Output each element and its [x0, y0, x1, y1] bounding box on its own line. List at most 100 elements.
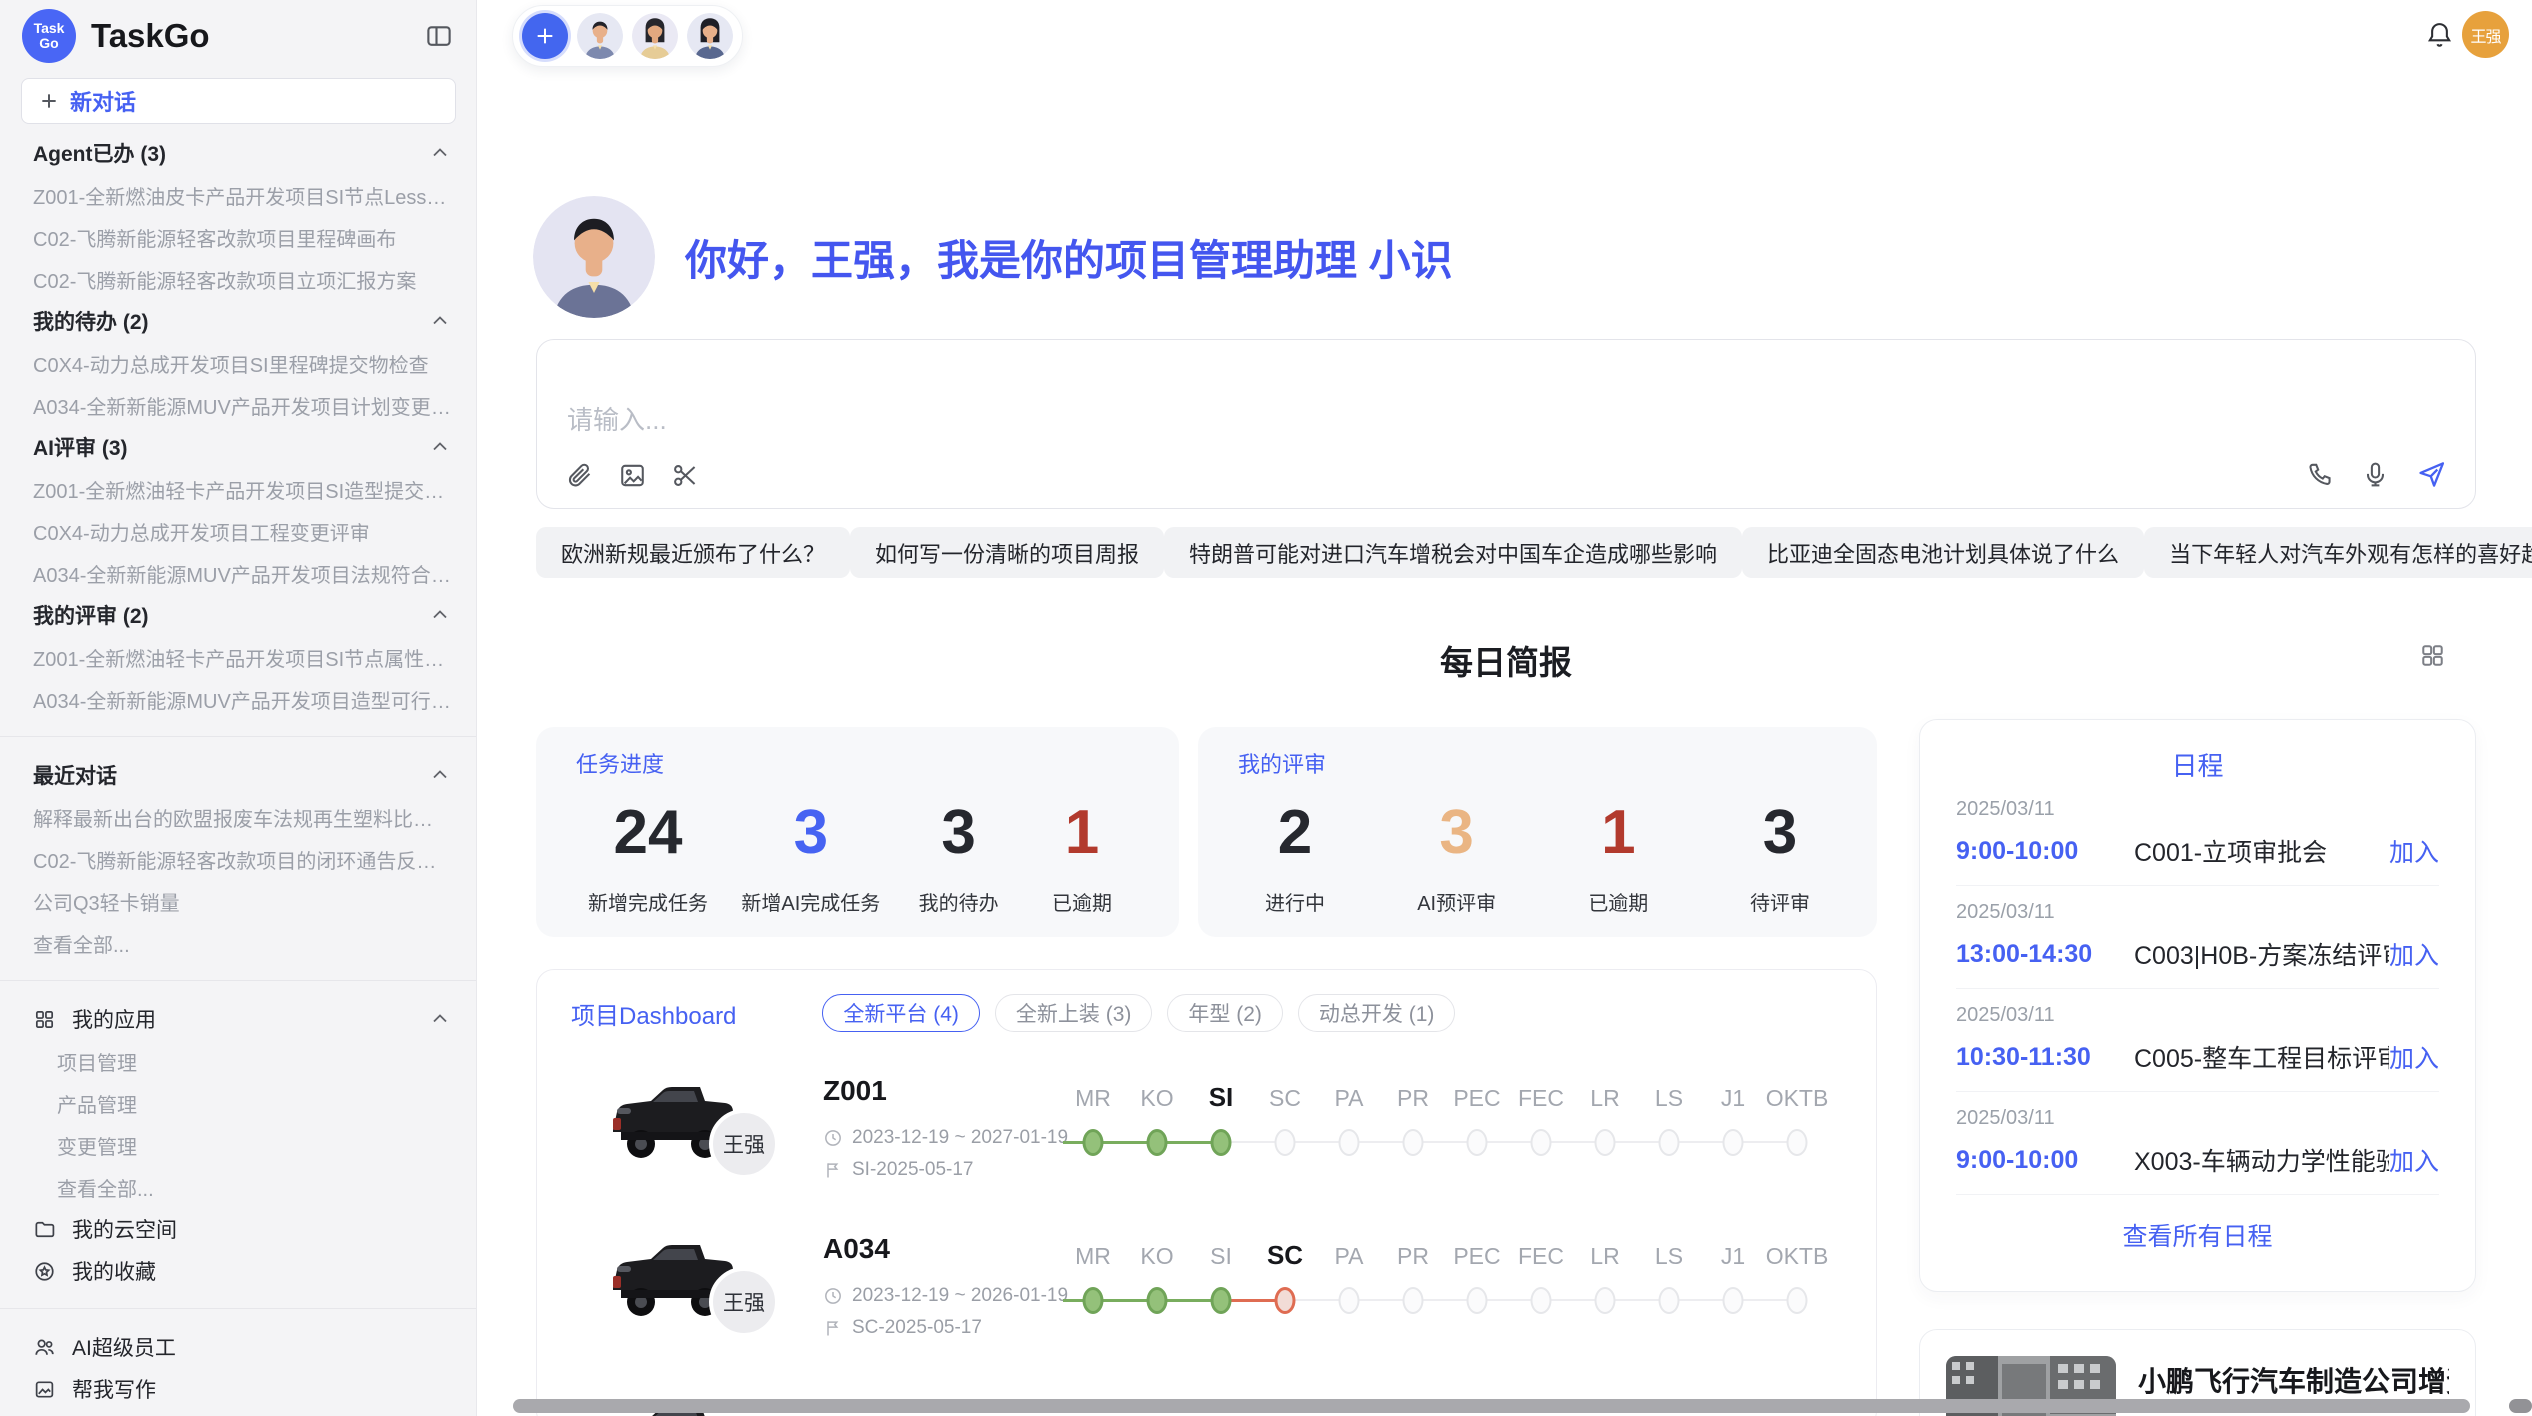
mic-icon[interactable] [2361, 460, 2390, 489]
sidebar-item[interactable]: C0X4-动力总成开发项目工程变更评审 [0, 510, 476, 552]
paperclip-icon[interactable] [565, 461, 594, 490]
milestone-dot[interactable] [1275, 1129, 1296, 1156]
chevron-up-icon[interactable] [428, 141, 452, 165]
milestone-dot[interactable] [1531, 1287, 1552, 1314]
sidebar-item[interactable]: A034-全新新能源MUV产品开发项目造型可行性评审 [0, 678, 476, 720]
recent-view-all-link[interactable]: 查看全部... [0, 922, 476, 964]
sidebar-section-header-1[interactable]: 我的待办 (2) [0, 300, 476, 342]
member-avatar-1[interactable] [577, 13, 623, 59]
member-avatar-3[interactable] [687, 13, 733, 59]
layout-grid-icon[interactable] [2419, 642, 2446, 669]
sidebar-item[interactable]: A034-全新新能源MUV产品开发项目法规符合性评审 [0, 552, 476, 594]
recent-chat-item[interactable]: C02-飞腾新能源轻客改款项目的闭环通告反馈情况 [0, 838, 476, 880]
dashboard-filter-pill[interactable]: 全新上装 (3) [995, 994, 1153, 1032]
project-flag: SC-2025-05-17 [823, 1317, 982, 1339]
notification-bell-icon[interactable] [2424, 20, 2455, 51]
milestone-dot[interactable] [1211, 1287, 1232, 1314]
milestone-dot[interactable] [1467, 1129, 1488, 1156]
sidebar-item[interactable]: Z001-全新燃油轻卡产品开发项目SI造型提交物评审 [0, 468, 476, 510]
suggestion-chip[interactable]: 欧洲新规最近颁布了什么？ [536, 527, 850, 578]
chevron-up-icon[interactable] [428, 603, 452, 627]
chat-input-card[interactable]: 请输入... [536, 339, 2476, 509]
schedule-join-link[interactable]: 加入 [2389, 833, 2439, 869]
milestone-dot[interactable] [1083, 1287, 1104, 1314]
sidebar-item[interactable]: Z001-全新燃油皮卡产品开发项目SI节点Lesson Learn报告 [0, 174, 476, 216]
milestone-dot[interactable] [1083, 1129, 1104, 1156]
app-item[interactable]: 项目管理 [0, 1040, 476, 1082]
project-row: 王强A0342023-12-19 ~ 2026-01-19SC-2025-05-… [537, 1219, 1877, 1377]
horizontal-scrollbar-thumb[interactable] [513, 1399, 2470, 1413]
add-member-button[interactable] [522, 13, 568, 59]
milestone-dot[interactable] [1275, 1287, 1296, 1314]
image-icon[interactable] [618, 461, 647, 490]
milestone-dot[interactable] [1595, 1287, 1616, 1314]
sidebar-section-header-0[interactable]: Agent已办 (3) [0, 132, 476, 174]
sidebar-item-link-0[interactable]: 我的云空间 [0, 1208, 476, 1250]
schedule-join-link[interactable]: 加入 [2389, 1142, 2439, 1178]
milestone-dot[interactable] [1211, 1129, 1232, 1156]
phone-icon[interactable] [2306, 460, 2335, 489]
milestone-dot[interactable] [1403, 1129, 1424, 1156]
milestone-dot[interactable] [1403, 1287, 1424, 1314]
chevron-up-icon[interactable] [428, 763, 452, 787]
chevron-up-icon[interactable] [428, 1007, 452, 1031]
collapse-sidebar-icon[interactable] [424, 21, 454, 51]
milestone-dot[interactable] [1723, 1129, 1744, 1156]
sidebar-item[interactable]: C0X4-动力总成开发项目SI里程碑提交物检查 [0, 342, 476, 384]
scissors-icon[interactable] [671, 461, 700, 490]
dashboard-filter-pill[interactable]: 年型 (2) [1167, 994, 1283, 1032]
dashboard-filter-pill[interactable]: 全新平台 (4) [822, 994, 980, 1032]
sidebar-section-header-2[interactable]: AI评审 (3) [0, 426, 476, 468]
app-item[interactable]: 变更管理 [0, 1124, 476, 1166]
milestone-dot[interactable] [1659, 1287, 1680, 1314]
apps-view-all-link[interactable]: 查看全部... [0, 1166, 476, 1208]
star-icon [33, 1260, 56, 1283]
suggestion-chip[interactable]: 当下年轻人对汽车外观有怎样的喜好趋势 [2144, 527, 2532, 578]
milestone-dot[interactable] [1339, 1287, 1360, 1314]
horizontal-scrollbar-end[interactable] [2509, 1399, 2532, 1413]
sidebar-item[interactable]: C02-飞腾新能源轻客改款项目立项汇报方案 [0, 258, 476, 300]
milestone-dot[interactable] [1787, 1287, 1808, 1314]
milestone-dot[interactable] [1147, 1287, 1168, 1314]
recent-chat-item[interactable]: 公司Q3轻卡销量 [0, 880, 476, 922]
sidebar-item-link-1[interactable]: 我的收藏 [0, 1250, 476, 1292]
schedule-item[interactable]: 2025/03/1110:30-11:30C005-整车工程目标评审加入 [1956, 989, 2439, 1092]
sidebar-section-recent-chats[interactable]: 最近对话 [0, 754, 476, 796]
sidebar-item-tool-0[interactable]: AI超级员工 [0, 1326, 476, 1368]
sidebar-item-tool-1[interactable]: 帮我写作 [0, 1368, 476, 1410]
schedule-name: X003-车辆动力学性能验... [2134, 1142, 2389, 1178]
schedule-join-link[interactable]: 加入 [2389, 1039, 2439, 1075]
schedule-join-link[interactable]: 加入 [2389, 936, 2439, 972]
suggestion-chip[interactable]: 特朗普可能对进口汽车增税会对中国车企造成哪些影响 [1164, 527, 1742, 578]
send-icon[interactable] [2416, 459, 2447, 490]
sidebar-item-tool-2[interactable]: 创意制图 [0, 1410, 476, 1416]
suggestion-chip[interactable]: 比亚迪全固态电池计划具体说了什么 [1742, 527, 2144, 578]
sidebar-item[interactable]: Z001-全新燃油轻卡产品开发项目SI节点属性5D文件评审 [0, 636, 476, 678]
recent-chat-item[interactable]: 解释最新出台的欧盟报废车法规再生塑料比例被调至15%... [0, 796, 476, 838]
suggestion-chip[interactable]: 如何写一份清晰的项目周报 [850, 527, 1164, 578]
milestone-dot[interactable] [1339, 1129, 1360, 1156]
milestone-dot[interactable] [1467, 1287, 1488, 1314]
chevron-up-icon[interactable] [428, 309, 452, 333]
view-all-schedule-link[interactable]: 查看所有日程 [1956, 1217, 2439, 1253]
sidebar-item-my-apps[interactable]: 我的应用 [0, 998, 476, 1040]
milestone-dot[interactable] [1787, 1129, 1808, 1156]
new-chat-button[interactable]: 新对话 [21, 78, 456, 124]
app-item[interactable]: 产品管理 [0, 1082, 476, 1124]
milestone-dot[interactable] [1659, 1129, 1680, 1156]
flag-icon [823, 1160, 843, 1180]
milestone-dot[interactable] [1147, 1129, 1168, 1156]
sidebar-item[interactable]: A034-全新新能源MUV产品开发项目计划变更表编写 [0, 384, 476, 426]
schedule-item[interactable]: 2025/03/119:00-10:00C001-立项审批会加入 [1956, 783, 2439, 886]
milestone-dot[interactable] [1531, 1129, 1552, 1156]
schedule-item[interactable]: 2025/03/1113:00-14:30C003|H0B-方案冻结评审加入 [1956, 886, 2439, 989]
sidebar-item[interactable]: C02-飞腾新能源轻客改款项目里程碑画布 [0, 216, 476, 258]
user-avatar-badge[interactable]: 王强 [2462, 11, 2509, 58]
milestone-dot[interactable] [1723, 1287, 1744, 1314]
member-avatar-2[interactable] [632, 13, 678, 59]
schedule-item[interactable]: 2025/03/119:00-10:00X003-车辆动力学性能验...加入 [1956, 1092, 2439, 1195]
sidebar-section-header-3[interactable]: 我的评审 (2) [0, 594, 476, 636]
milestone-dot[interactable] [1595, 1129, 1616, 1156]
dashboard-filter-pill[interactable]: 动总开发 (1) [1298, 994, 1456, 1032]
chevron-up-icon[interactable] [428, 435, 452, 459]
